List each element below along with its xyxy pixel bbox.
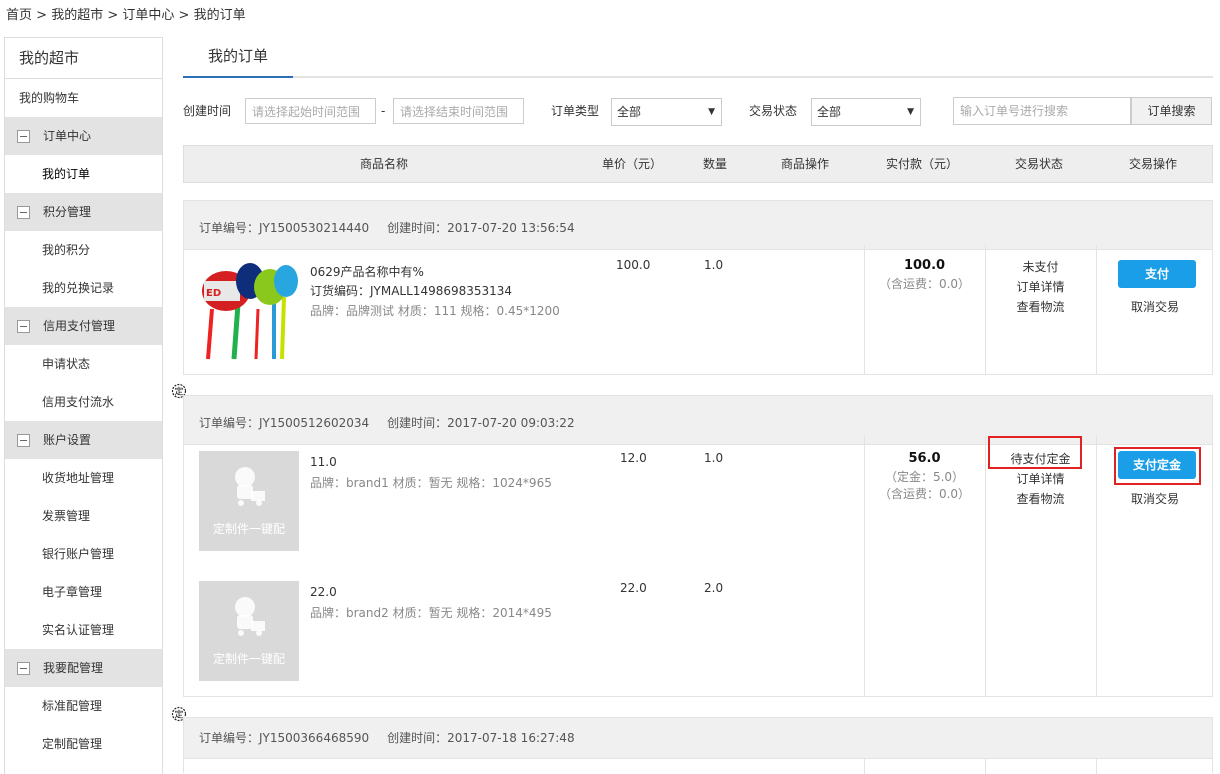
pay-button[interactable]: 支付 xyxy=(1118,260,1196,288)
end-time-input[interactable]: 请选择结束时间范围 xyxy=(393,98,524,124)
product-name[interactable]: 0629产品名称中有% xyxy=(310,263,424,280)
product-name[interactable]: 11.0 xyxy=(310,455,337,469)
product-code: 订货编码：JYMALL1498698353134 xyxy=(310,284,513,298)
cancel-order-link[interactable]: 取消交易 xyxy=(1096,490,1214,507)
tab-my-orders[interactable]: 我的订单 xyxy=(183,40,293,78)
header-product-ops: 商品操作 xyxy=(780,157,829,171)
order-type-label: 订单类型 xyxy=(551,104,600,118)
header-product-name: 商品名称 xyxy=(359,157,408,171)
cancel-order-link[interactable]: 取消交易 xyxy=(1096,298,1214,315)
sidebar-group-points[interactable]: 积分管理 xyxy=(5,193,162,231)
order-created: 创建时间：2017-07-20 09:03:22 xyxy=(387,416,575,430)
sidebar-group-credit[interactable]: 信用支付管理 xyxy=(5,307,162,345)
order-freight: （含运费：0.0） xyxy=(878,277,971,291)
collapse-icon xyxy=(17,433,30,447)
order-created: 创建时间：2017-07-20 13:56:54 xyxy=(387,221,575,235)
header-unit-price: 单价（元） xyxy=(601,157,662,171)
sidebar-item-cart[interactable]: 我的购物车 xyxy=(5,79,162,117)
sidebar: 我的超市 我的购物车 订单中心 我的订单 积分管理 我的积分 我的兑换记录 信用… xyxy=(4,37,163,774)
sidebar-item-address[interactable]: 收货地址管理 xyxy=(5,459,162,497)
collapse-icon xyxy=(17,205,30,219)
product-image-placeholder[interactable]: 定制件一键配 xyxy=(199,451,299,551)
breadcrumb-my-orders: 我的订单 xyxy=(193,8,246,23)
created-time-label: 创建时间 xyxy=(183,104,232,118)
order-number: 订单编号：JY1500366468590 xyxy=(199,731,370,745)
order-freight: （含运费：0.0） xyxy=(878,487,971,501)
table-header: 商品名称 单价（元） 数量 商品操作 实付款（元） 交易状态 交易操作 xyxy=(183,145,1213,183)
product-attrs: 品牌：brand1 材质：暂无 规格：1024*965 xyxy=(310,476,552,490)
svg-text:ED: ED xyxy=(206,288,221,299)
dropdown-arrow-icon: ▼ xyxy=(907,107,914,117)
pay-deposit-button[interactable]: 支付定金 xyxy=(1118,451,1196,479)
order-deposit: （定金：5.0） xyxy=(884,470,965,484)
order-type-select[interactable]: 全部 ▼ xyxy=(611,98,722,126)
product-name[interactable]: 22.0 xyxy=(310,585,337,599)
order-total: 100.0 xyxy=(903,258,946,273)
dash: - xyxy=(381,104,386,118)
view-logistics-link[interactable]: 查看物流 xyxy=(985,490,1096,507)
sidebar-group-config[interactable]: 我要配管理 xyxy=(5,649,162,687)
breadcrumb: 首页 > 我的超市 > 订单中心 > 我的订单 xyxy=(6,8,246,23)
order-card: 订单编号：JY1500530214440 创建时间：2017-07-20 13:5… xyxy=(183,200,1213,375)
order-search-input[interactable]: 输入订单号进行搜索 xyxy=(953,97,1131,125)
quantity: 1.0 xyxy=(704,258,724,272)
sidebar-item-verify[interactable]: 实名认证管理 xyxy=(5,611,162,649)
sidebar-item-my-orders[interactable]: 我的订单 xyxy=(5,155,162,193)
order-number: 订单编号：JY1500512602034 xyxy=(199,416,370,430)
collapse-icon xyxy=(17,129,30,143)
view-logistics-link[interactable]: 查看物流 xyxy=(985,298,1096,315)
order-created: 创建时间：2017-07-18 16:27:48 xyxy=(387,731,575,745)
trade-status-label: 交易状态 xyxy=(749,104,798,118)
tab-bar: 我的订单 xyxy=(183,40,1213,78)
order-total: 56.0 xyxy=(908,451,941,466)
quantity: 2.0 xyxy=(704,581,724,595)
order-detail-link[interactable]: 订单详情 xyxy=(985,278,1096,295)
product-attrs: 品牌：品牌测试 材质：111 规格：0.45*1200 xyxy=(310,304,560,318)
collapse-icon xyxy=(17,661,30,675)
order-status: 待支付定金 xyxy=(1010,452,1071,466)
sidebar-group-account[interactable]: 账户设置 xyxy=(5,421,162,459)
order-number: 订单编号：JY1500530214440 xyxy=(199,221,370,235)
product-attrs: 品牌：brand2 材质：暂无 规格：2014*495 xyxy=(310,606,552,620)
sidebar-group-order-center[interactable]: 订单中心 xyxy=(5,117,162,155)
breadcrumb-order-center[interactable]: 订单中心 xyxy=(122,8,174,23)
order-status: 未支付 xyxy=(1022,260,1059,274)
header-trade-ops: 交易操作 xyxy=(1128,157,1177,171)
order-header: 订单编号：JY1500366468590 创建时间：2017-07-18 16:2… xyxy=(184,718,1212,759)
sidebar-item-custom-config[interactable]: 定制配管理 xyxy=(5,725,162,763)
breadcrumb-market[interactable]: 我的超市 xyxy=(51,8,103,23)
trade-status-select[interactable]: 全部 ▼ xyxy=(811,98,921,126)
sidebar-item-apply-status[interactable]: 申请状态 xyxy=(5,345,162,383)
sidebar-title: 我的超市 xyxy=(5,38,162,79)
product-image[interactable]: ED xyxy=(198,259,300,361)
custom-part-icon xyxy=(235,467,265,506)
collapse-icon xyxy=(17,319,30,333)
dropdown-arrow-icon: ▼ xyxy=(708,107,715,117)
sidebar-item-invoice[interactable]: 发票管理 xyxy=(5,497,162,535)
sidebar-item-exchange-records[interactable]: 我的兑换记录 xyxy=(5,269,162,307)
unit-price: 100.0 xyxy=(616,258,651,272)
sidebar-item-bank[interactable]: 银行账户管理 xyxy=(5,535,162,573)
custom-part-icon xyxy=(235,597,265,636)
order-header: 订单编号：JY1500530214440 创建时间：2017-07-20 13:5… xyxy=(184,201,1212,250)
unit-price: 12.0 xyxy=(620,451,647,465)
breadcrumb-home[interactable]: 首页 xyxy=(6,8,32,23)
sidebar-item-my-points[interactable]: 我的积分 xyxy=(5,231,162,269)
header-trade-status: 交易状态 xyxy=(1014,157,1063,171)
product-image-placeholder[interactable]: 定制件一键配 xyxy=(199,581,299,681)
order-search-button[interactable]: 订单搜索 xyxy=(1131,97,1212,125)
unit-price: 22.0 xyxy=(620,581,647,595)
sidebar-item-credit-flow[interactable]: 信用支付流水 xyxy=(5,383,162,421)
order-card: 订单编号：JY1500512602034 创建时间：2017-07-20 09:0… xyxy=(183,395,1213,697)
quantity: 1.0 xyxy=(704,451,724,465)
header-quantity: 数量 xyxy=(702,157,727,171)
sidebar-item-seal[interactable]: 电子章管理 xyxy=(5,573,162,611)
order-card: 订单编号：JY1500366468590 创建时间：2017-07-18 16:2… xyxy=(183,717,1213,774)
start-time-input[interactable]: 请选择起始时间范围 xyxy=(245,98,376,124)
order-detail-link[interactable]: 订单详情 xyxy=(985,470,1096,487)
sidebar-item-standard-config[interactable]: 标准配管理 xyxy=(5,687,162,725)
header-paid: 实付款（元） xyxy=(885,157,958,171)
